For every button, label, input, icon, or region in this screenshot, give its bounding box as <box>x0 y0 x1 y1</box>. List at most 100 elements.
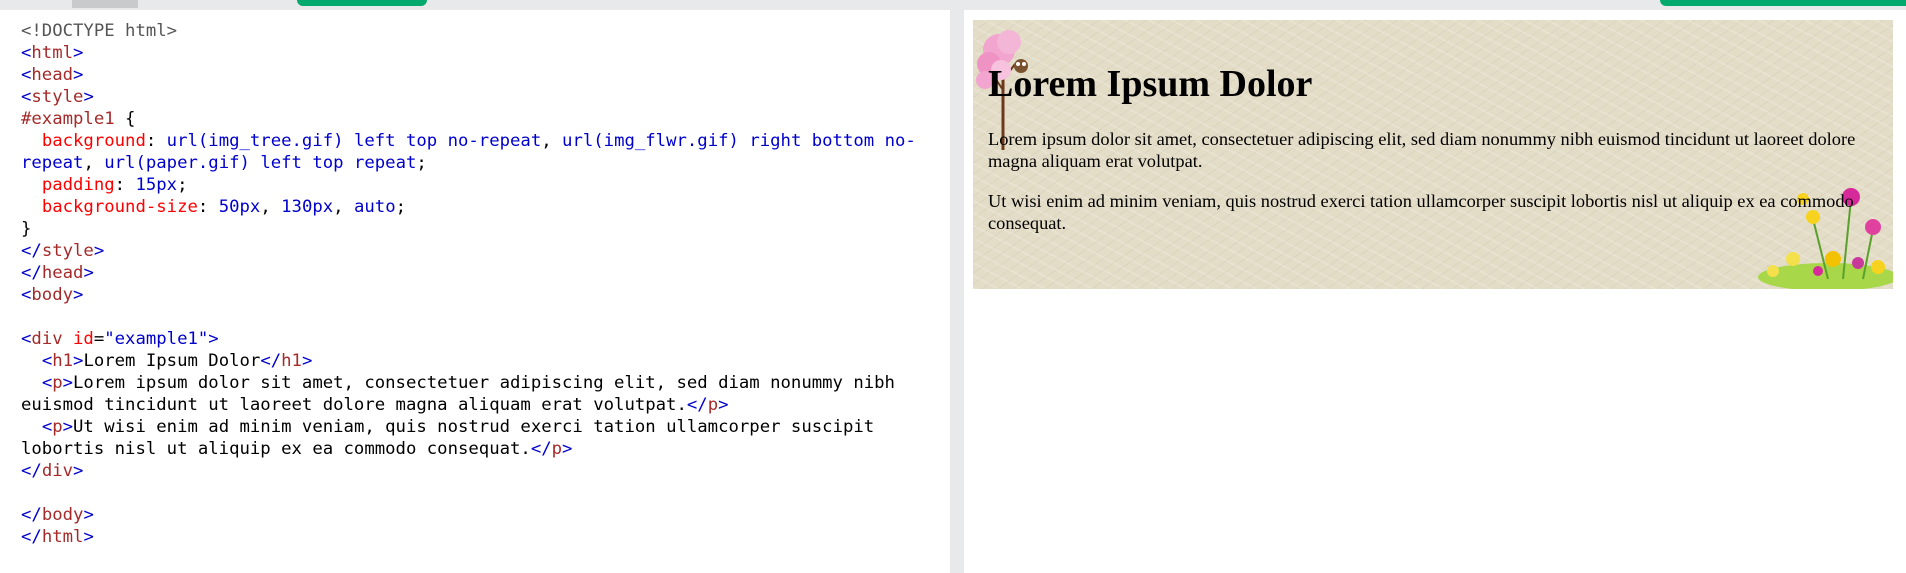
code-token: </ <box>21 505 42 525</box>
code-line[interactable]: </div> <box>21 460 950 482</box>
code-line[interactable]: background: url(img_tree.gif) left top n… <box>21 130 950 152</box>
code-token: </ <box>686 395 708 415</box>
code-token: 50px <box>218 197 261 217</box>
code-line[interactable]: <p>Ut wisi enim ad minim veniam, quis no… <box>21 416 950 438</box>
code-token: </ <box>21 241 42 261</box>
code-line[interactable]: } <box>21 218 950 240</box>
pane-divider[interactable] <box>950 10 964 573</box>
example-heading: Lorem Ipsum Dolor <box>988 63 1313 105</box>
code-token: html <box>31 43 74 63</box>
code-token: div <box>31 329 63 349</box>
code-token: p <box>52 373 63 393</box>
run-button[interactable] <box>297 0 427 6</box>
code-line[interactable]: <div id="example1"> <box>21 328 950 350</box>
code-token: > <box>73 461 84 481</box>
code-token: = <box>93 329 105 349</box>
code-token: < <box>41 373 53 393</box>
code-token: > <box>718 395 729 415</box>
code-token: padding <box>41 175 115 195</box>
code-line[interactable]: </head> <box>21 262 950 284</box>
code-token: url(img_flwr.gif) right bottom no- <box>562 131 916 151</box>
code-line[interactable]: <h1>Lorem Ipsum Dolor</h1> <box>21 350 950 372</box>
code-line[interactable]: <style> <box>21 86 950 108</box>
get-spaces-button[interactable] <box>1660 0 1906 6</box>
code-token: style <box>31 87 84 107</box>
code-token: body <box>31 285 74 305</box>
code-token: </ <box>21 527 42 547</box>
code-token: id <box>73 329 94 349</box>
code-token: , <box>333 197 354 217</box>
code-line[interactable]: </html> <box>21 526 950 548</box>
code-token: > <box>73 65 84 85</box>
code-line[interactable]: #example1 { <box>21 108 950 130</box>
code-token: url(paper.gif) left top repeat <box>104 153 417 173</box>
code-token: 15px <box>135 175 178 195</box>
code-line[interactable]: <!DOCTYPE html> <box>21 20 950 42</box>
code-token: url(img_tree.gif) left top no-repeat <box>166 131 542 151</box>
code-token: > <box>562 439 573 459</box>
toolbar-tab[interactable] <box>72 0 138 8</box>
code-token: p <box>551 439 563 459</box>
code-line[interactable]: <head> <box>21 64 950 86</box>
code-token: > <box>83 263 94 283</box>
code-token: < <box>21 43 32 63</box>
code-token: > <box>73 351 84 371</box>
code-text[interactable]: <!DOCTYPE html> <html> <head> <style> #examp… <box>0 10 950 548</box>
code-token: > <box>73 285 84 305</box>
code-line[interactable]: <p>Lorem ipsum dolor sit amet, consectet… <box>21 372 950 394</box>
code-token: style <box>41 241 94 261</box>
code-token: </ <box>260 351 282 371</box>
code-token: </ <box>21 461 42 481</box>
code-line[interactable]: repeat, url(paper.gif) left top repeat; <box>21 152 950 174</box>
code-token: Lorem Ipsum Dolor <box>83 351 261 371</box>
example-paragraph-1: Lorem ipsum dolor sit amet, consectetuer… <box>988 129 1856 171</box>
code-token: div <box>41 461 74 481</box>
code-token: < <box>21 285 32 305</box>
code-token: : <box>197 197 219 217</box>
code-token: ; <box>416 153 427 173</box>
code-token: p <box>707 395 719 415</box>
code-line[interactable]: </body> <box>21 504 950 526</box>
code-token: > <box>93 241 105 261</box>
code-token: < <box>41 351 53 371</box>
code-token: : <box>114 175 136 195</box>
code-line[interactable] <box>21 482 950 504</box>
result-preview: Lorem Ipsum Dolor Lorem ipsum dolor sit … <box>964 10 1906 573</box>
code-token: , <box>260 197 282 217</box>
code-token: ; <box>177 175 188 195</box>
code-line[interactable]: euismod tincidunt ut laoreet dolore magn… <box>21 394 950 416</box>
code-token: : <box>145 131 167 151</box>
code-token: > <box>62 417 74 437</box>
code-line[interactable]: background-size: 50px, 130px, auto; <box>21 196 950 218</box>
code-token: > <box>301 351 313 371</box>
code-line[interactable]: padding: 15px; <box>21 174 950 196</box>
code-token: p <box>52 417 63 437</box>
code-token: > <box>83 505 94 525</box>
code-token: h1 <box>52 351 74 371</box>
code-token: , <box>83 153 105 173</box>
code-token: </ <box>530 439 552 459</box>
code-line[interactable]: <body> <box>21 284 950 306</box>
code-token: repeat <box>21 153 84 173</box>
code-token: 130px <box>281 197 334 217</box>
code-line[interactable]: lobortis nisl ut aliquip ex ea commodo c… <box>21 438 950 460</box>
code-token: > <box>62 373 74 393</box>
code-line[interactable]: </style> <box>21 240 950 262</box>
code-token: head <box>31 65 74 85</box>
code-token: euismod tincidunt ut laoreet dolore magn… <box>21 395 687 415</box>
code-editor[interactable]: <!DOCTYPE html> <html> <head> <style> #examp… <box>0 10 950 573</box>
code-token: > <box>208 329 219 349</box>
code-token: body <box>41 505 84 525</box>
code-token: #example1 <box>21 109 115 129</box>
code-line[interactable]: <html> <box>21 42 950 64</box>
code-token: , <box>541 131 563 151</box>
code-token: background-size <box>41 197 198 217</box>
code-token: } <box>21 219 32 239</box>
code-line[interactable] <box>21 306 950 328</box>
code-token: html <box>41 527 84 547</box>
code-token: <!DOCTYPE html> <box>21 21 178 41</box>
code-token: "example1" <box>104 329 209 349</box>
